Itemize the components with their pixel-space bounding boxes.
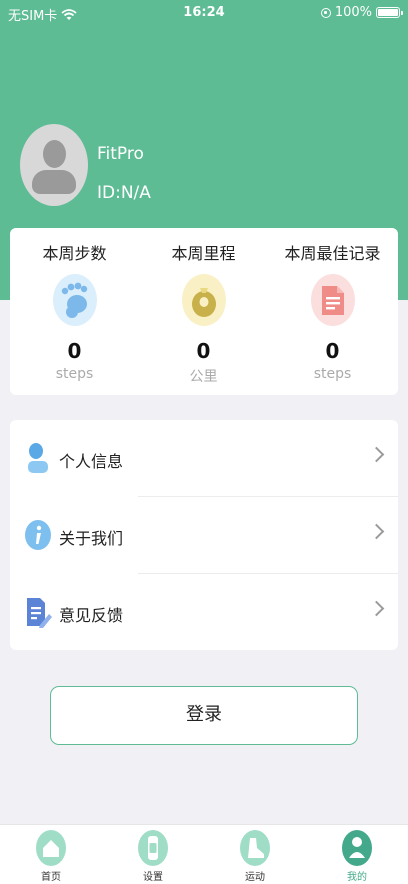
stat-title: 本周里程	[171, 244, 236, 263]
tab-label: 我的	[347, 872, 367, 883]
stat-title: 本周最佳记录	[284, 244, 381, 263]
feedback-icon	[27, 598, 52, 628]
watch-icon	[138, 830, 168, 866]
tab-label: 首页	[41, 872, 61, 883]
profile-icon	[342, 830, 372, 866]
tab-mine[interactable]: 我的	[306, 825, 408, 884]
stat-unit: 公里	[189, 369, 218, 385]
stat-unit: steps	[313, 366, 352, 382]
tab-settings[interactable]: 设置	[102, 825, 204, 884]
footprint-icon	[53, 274, 97, 326]
orientation-lock-icon	[320, 7, 331, 18]
tab-label: 设置	[143, 872, 163, 883]
home-icon	[36, 830, 66, 866]
person-icon	[28, 443, 48, 473]
menu-label: 意见反馈	[59, 606, 124, 625]
tab-sport[interactable]: 运动	[204, 825, 306, 884]
stat-weekly-distance[interactable]: 本周里程 0 公里	[139, 228, 268, 395]
stat-title: 本周步数	[42, 244, 107, 263]
menu-label: 个人信息	[59, 452, 124, 471]
status-bar: 无SIM卡 16:24 100%	[0, 0, 408, 26]
stat-weekly-best[interactable]: 本周最佳记录 0 steps	[268, 228, 397, 395]
menu-item-feedback[interactable]: 意见反馈	[10, 574, 398, 650]
tab-label: 运动	[245, 872, 265, 883]
chevron-right-icon	[368, 446, 385, 463]
menu-label: 关于我们	[59, 529, 124, 548]
info-icon	[25, 520, 51, 550]
menu-item-about-us[interactable]: 关于我们	[10, 497, 398, 573]
distance-icon	[182, 274, 226, 326]
login-button[interactable]: 登录	[50, 686, 358, 745]
tab-home[interactable]: 首页	[0, 825, 102, 884]
menu-card: 个人信息 关于我们 意见反馈	[10, 420, 398, 650]
battery-icon	[376, 7, 403, 18]
shoe-icon	[240, 830, 270, 866]
chevron-right-icon	[368, 600, 385, 617]
weekly-stats-card: 本周步数 0 steps 本周里程 0 公里 本周最佳记录 0 steps	[10, 228, 398, 395]
stat-unit: steps	[55, 366, 94, 382]
avatar-body	[32, 170, 76, 194]
tab-bar: 首页 设置 运动 我的	[0, 824, 408, 884]
stat-value: 0	[325, 339, 340, 363]
chevron-right-icon	[368, 523, 385, 540]
stat-value: 0	[67, 339, 82, 363]
user-id: ID:N/A	[97, 183, 151, 203]
record-icon	[311, 274, 355, 326]
stat-value: 0	[196, 339, 211, 363]
stat-weekly-steps[interactable]: 本周步数 0 steps	[10, 228, 139, 395]
username: FitPro	[97, 144, 144, 164]
avatar[interactable]	[20, 124, 88, 206]
battery-percent: 100%	[334, 5, 372, 20]
menu-item-personal-info[interactable]: 个人信息	[10, 420, 398, 496]
avatar-head	[43, 140, 66, 168]
